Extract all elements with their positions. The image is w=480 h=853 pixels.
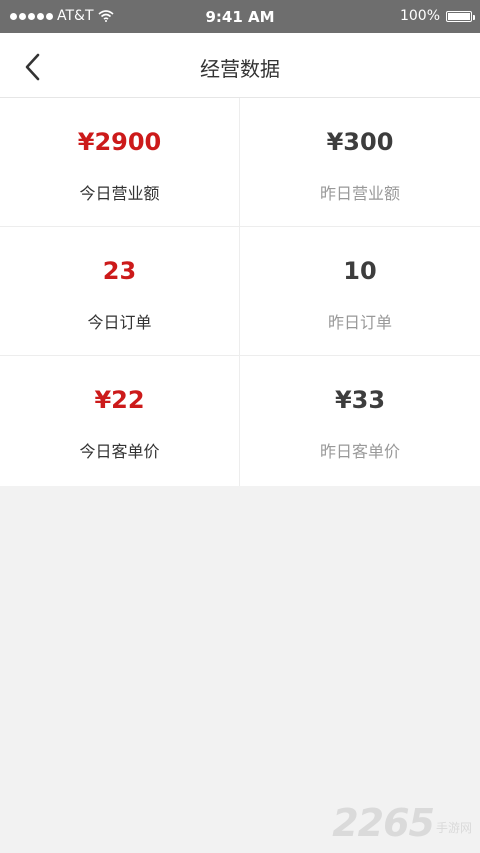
stat-label: 今日订单: [87, 313, 152, 332]
stat-card-yesterday-orders: 10 昨日订单: [240, 227, 480, 356]
stat-label: 昨日营业额: [319, 184, 400, 203]
stat-value: ¥22: [94, 386, 145, 414]
stat-card-today-orders: 23 今日订单: [0, 227, 240, 356]
stat-value: ¥33: [334, 386, 386, 414]
stat-label: 昨日订单: [327, 313, 392, 332]
stat-value: ¥2900: [77, 128, 162, 156]
stat-label: 今日客单价: [79, 442, 160, 461]
stat-card-today-revenue: ¥2900 今日营业额: [0, 98, 240, 227]
status-right: 100%: [399, 8, 475, 24]
battery-percent: 100%: [399, 8, 440, 24]
nav-bar: 经营数据: [0, 33, 480, 98]
stat-card-yesterday-avg-price: ¥33 昨日客单价: [240, 356, 480, 486]
watermark-logo: 2265 手游网: [332, 801, 472, 845]
status-bar: AT&T 9:41 AM 100%: [0, 0, 480, 33]
watermark-number: 2265: [332, 801, 435, 845]
stat-value: ¥300: [326, 128, 394, 156]
stat-value: 23: [102, 257, 137, 285]
stat-value: 10: [343, 257, 377, 285]
stat-label: 今日营业额: [79, 184, 160, 203]
stat-card-yesterday-revenue: ¥300 昨日营业额: [240, 98, 480, 227]
stat-label: 昨日客单价: [319, 442, 400, 461]
page-title: 经营数据: [200, 57, 280, 81]
stats-grid: ¥2900 今日营业额 ¥300 昨日营业额 23 今日订单 10 昨日订单 ¥…: [0, 98, 480, 486]
watermark-text: 手游网: [435, 821, 472, 835]
stat-card-today-avg-price: ¥22 今日客单价: [0, 356, 240, 486]
battery-icon: [446, 10, 475, 22]
